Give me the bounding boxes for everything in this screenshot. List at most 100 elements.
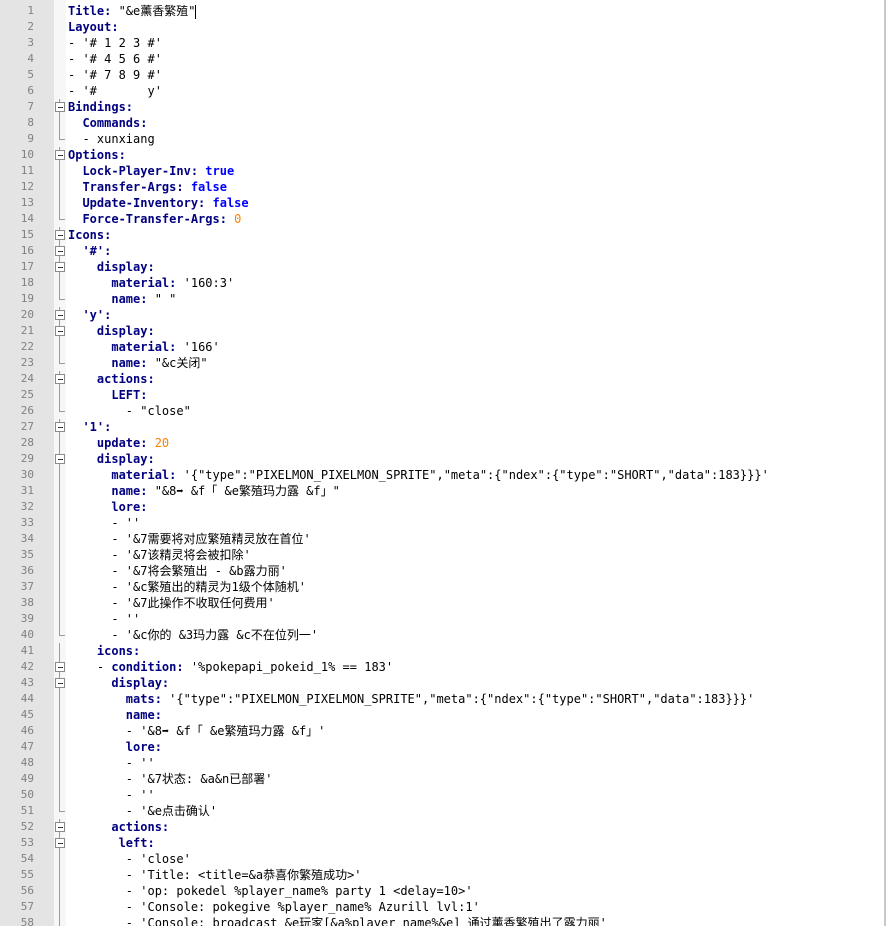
code-line[interactable]: 25 LEFT: [0, 387, 886, 403]
fold-toggle-icon[interactable] [54, 227, 66, 243]
line-text[interactable]: Transfer-Args: false [68, 179, 227, 195]
code-line[interactable]: 24 actions: [0, 371, 886, 387]
line-text[interactable]: lore: [68, 499, 147, 515]
code-line[interactable]: 12 Transfer-Args: false [0, 179, 886, 195]
code-line[interactable]: 38 - '&7此操作不收取任何费用' [0, 595, 886, 611]
code-line[interactable]: 35 - '&7该精灵将会被扣除' [0, 547, 886, 563]
line-text[interactable]: icons: [68, 643, 140, 659]
code-line[interactable]: 5 - '# 7 8 9 #' [0, 67, 886, 83]
fold-toggle-icon[interactable] [54, 451, 66, 467]
line-text[interactable]: - xunxiang [68, 131, 154, 147]
fold-toggle-icon[interactable] [54, 835, 66, 851]
code-line[interactable]: 40 - '&c你的 &3玛力露 &c不在位列一' [0, 627, 886, 643]
code-line[interactable]: 27 '1': [0, 419, 886, 435]
fold-toggle-icon[interactable] [54, 675, 66, 691]
line-text[interactable]: mats: '{"type":"PIXELMON_PIXELMON_SPRITE… [68, 691, 755, 707]
code-line[interactable]: 10 Options: [0, 147, 886, 163]
line-text[interactable]: - "close" [68, 403, 191, 419]
code-line[interactable]: 49 - '&7状态: &a&n已部署' [0, 771, 886, 787]
code-line[interactable]: 55 - 'Title: <title=&a恭喜你繁殖成功>' [0, 867, 886, 883]
line-text[interactable]: - '&7该精灵将会被扣除' [68, 547, 250, 563]
line-text[interactable]: - '&c你的 &3玛力露 &c不在位列一' [68, 627, 318, 643]
code-line[interactable]: 50 - '' [0, 787, 886, 803]
text-editor[interactable]: 1 Title: "&e薰香繁殖" 2 Layout: 3 - '# 1 2 3 #' 4 -… [0, 0, 886, 926]
code-line[interactable]: 37 - '&c繁殖出的精灵为1级个体随机' [0, 579, 886, 595]
fold-toggle-icon[interactable] [54, 659, 66, 675]
line-text[interactable]: - '# 4 5 6 #' [68, 51, 162, 67]
line-text[interactable]: - '&e点击确认' [68, 803, 217, 819]
line-text[interactable]: material: '{"type":"PIXELMON_PIXELMON_SP… [68, 467, 768, 483]
code-line[interactable]: 34 - '&7需要将对应繁殖精灵放在首位' [0, 531, 886, 547]
line-text[interactable]: - '' [68, 515, 140, 531]
code-line[interactable]: 41 icons: [0, 643, 886, 659]
line-text[interactable]: Layout: [68, 19, 119, 35]
line-text[interactable]: Icons: [68, 227, 111, 243]
code-line[interactable]: 48 - '' [0, 755, 886, 771]
line-text[interactable]: - '&8➡ &f「 &e繁殖玛力露 &f」' [68, 723, 326, 739]
code-line[interactable]: 39 - '' [0, 611, 886, 627]
code-line[interactable]: 21 display: [0, 323, 886, 339]
line-text[interactable]: - '# 7 8 9 #' [68, 67, 162, 83]
code-line[interactable]: 20 'y': [0, 307, 886, 323]
fold-toggle-icon[interactable] [54, 147, 66, 163]
code-line[interactable]: 6 - '# y' [0, 83, 886, 99]
line-text[interactable]: name: " " [68, 291, 176, 307]
code-line[interactable]: 19 name: " " [0, 291, 886, 307]
line-text[interactable]: material: '160:3' [68, 275, 234, 291]
line-text[interactable]: actions: [68, 819, 169, 835]
line-text[interactable]: '#': [68, 243, 111, 259]
code-line[interactable]: 54 - 'close' [0, 851, 886, 867]
line-text[interactable]: name: "&c关闭" [68, 355, 207, 371]
line-text[interactable]: - '&c繁殖出的精灵为1级个体随机' [68, 579, 306, 595]
code-line[interactable]: 36 - '&7将会繁殖出 - &b露力丽' [0, 563, 886, 579]
line-text[interactable]: lore: [68, 739, 162, 755]
code-line[interactable]: 7 Bindings: [0, 99, 886, 115]
line-text[interactable]: - '' [68, 755, 155, 771]
line-text[interactable]: actions: [68, 371, 155, 387]
fold-toggle-icon[interactable] [54, 307, 66, 323]
code-line[interactable]: 44 mats: '{"type":"PIXELMON_PIXELMON_SPR… [0, 691, 886, 707]
fold-toggle-icon[interactable] [54, 99, 66, 115]
line-text[interactable]: display: [68, 675, 169, 691]
line-text[interactable]: - '' [68, 787, 155, 803]
line-text[interactable]: Options: [68, 147, 126, 163]
code-line[interactable]: 58 - 'Console: broadcast &e玩家[&a%player_… [0, 915, 886, 926]
line-text[interactable]: Lock-Player-Inv: true [68, 163, 234, 179]
fold-toggle-icon[interactable] [54, 323, 66, 339]
line-text[interactable]: '1': [68, 419, 111, 435]
code-line[interactable]: 57 - 'Console: pokegive %player_name% Az… [0, 899, 886, 915]
code-line[interactable]: 45 name: [0, 707, 886, 723]
code-line[interactable]: 33 - '' [0, 515, 886, 531]
code-line[interactable]: 17 display: [0, 259, 886, 275]
line-text[interactable]: - '&7将会繁殖出 - &b露力丽' [68, 563, 286, 579]
code-line[interactable]: 46 - '&8➡ &f「 &e繁殖玛力露 &f」' [0, 723, 886, 739]
fold-toggle-icon[interactable] [54, 819, 66, 835]
line-text[interactable]: - '&7状态: &a&n已部署' [68, 771, 273, 787]
code-line[interactable]: 47 lore: [0, 739, 886, 755]
line-text[interactable]: 'y': [68, 307, 111, 323]
fold-toggle-icon[interactable] [54, 419, 66, 435]
code-line[interactable]: 16 '#': [0, 243, 886, 259]
code-line[interactable]: 13 Update-Inventory: false [0, 195, 886, 211]
line-text[interactable]: - 'close' [68, 851, 191, 867]
line-text[interactable]: Title: "&e薰香繁殖" [68, 3, 197, 19]
line-text[interactable]: Commands: [68, 115, 147, 131]
line-text[interactable]: - '&7需要将对应繁殖精灵放在首位' [68, 531, 310, 547]
line-text[interactable]: - '' [68, 611, 140, 627]
code-line[interactable]: 32 lore: [0, 499, 886, 515]
code-line[interactable]: 14 Force-Transfer-Args: 0 [0, 211, 886, 227]
line-text[interactable]: - '&7此操作不收取任何费用' [68, 595, 274, 611]
line-text[interactable]: - 'Console: pokegive %player_name% Azuri… [68, 899, 480, 915]
line-text[interactable]: - 'Console: broadcast &e玩家[&a%player_nam… [68, 915, 607, 926]
code-line[interactable]: 15 Icons: [0, 227, 886, 243]
code-line[interactable]: 26 - "close" [0, 403, 886, 419]
code-line[interactable]: 28 update: 20 [0, 435, 886, 451]
code-line[interactable]: 1 Title: "&e薰香繁殖" [0, 3, 886, 19]
line-text[interactable]: - '# 1 2 3 #' [68, 35, 162, 51]
line-text[interactable]: - condition: '%pokepapi_pokeid_1% == 183… [68, 659, 393, 675]
fold-toggle-icon[interactable] [54, 243, 66, 259]
code-line[interactable]: 8 Commands: [0, 115, 886, 131]
code-line[interactable]: 3 - '# 1 2 3 #' [0, 35, 886, 51]
code-line[interactable]: 29 display: [0, 451, 886, 467]
code-line[interactable]: 11 Lock-Player-Inv: true [0, 163, 886, 179]
